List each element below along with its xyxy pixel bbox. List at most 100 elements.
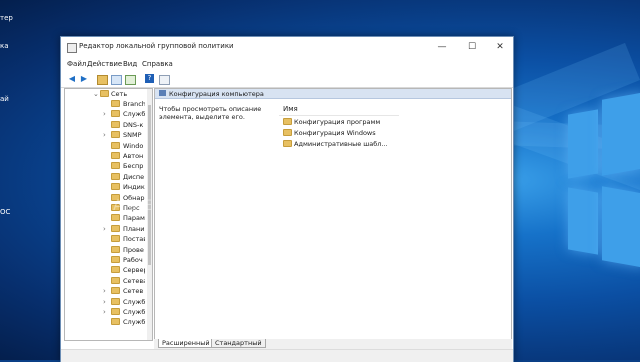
folder-icon: [111, 287, 120, 295]
tree-item-label: Служб: [123, 308, 145, 316]
show-tree-icon[interactable]: [111, 75, 122, 85]
folder-icon: [111, 318, 120, 326]
tree-scrollbar[interactable]: [147, 89, 152, 340]
folder-icon: [111, 235, 120, 243]
tree-item-label: Branch: [123, 100, 145, 108]
tree-item[interactable]: Постав: [65, 234, 145, 244]
list-item-label: Конфигурация Windows: [294, 129, 376, 137]
folder-icon: [100, 90, 109, 97]
forward-icon[interactable]: ▶: [79, 74, 89, 84]
folder-icon: [111, 162, 120, 170]
expand-icon[interactable]: ›: [103, 130, 109, 140]
tree-item[interactable]: Парам: [65, 213, 145, 223]
desktop-icon-label[interactable]: ай: [0, 95, 9, 103]
tree-item-label: Диспе: [123, 172, 145, 181]
tree-item-label: Служб: [123, 318, 145, 327]
expand-icon[interactable]: ›: [103, 307, 109, 317]
close-button[interactable]: ✕: [487, 39, 513, 55]
folder-icon: [111, 245, 120, 253]
menu-bar: Файл Действие Вид Справка: [61, 57, 513, 71]
tree-item-label: Прове: [123, 245, 144, 254]
folder-icon: [111, 110, 120, 118]
export-list-icon[interactable]: [125, 75, 136, 85]
back-icon[interactable]: ◀: [67, 74, 77, 84]
tree-item-label: Плани: [123, 224, 145, 233]
tree-item[interactable]: › Служб: [65, 307, 145, 317]
tree-item-label: Windo: [123, 141, 144, 150]
tree-item-label: Служб: [123, 110, 145, 119]
help-icon[interactable]: ?: [145, 74, 154, 83]
folder-icon: [283, 129, 292, 136]
scrollbar-thumb[interactable]: [148, 105, 151, 265]
desktop-icon-label[interactable]: тер: [0, 14, 13, 22]
tree-item[interactable]: Прове: [65, 245, 145, 255]
menu-help[interactable]: Справка: [142, 60, 173, 68]
title-bar[interactable]: Редактор локальной групповой политики — …: [61, 37, 513, 57]
tree-item-label: Индик: [123, 183, 145, 192]
menu-file[interactable]: Файл: [67, 60, 86, 68]
tree-item[interactable]: › Служб: [65, 297, 145, 307]
tree-item[interactable]: DNS-к: [65, 120, 145, 130]
folder-icon: [111, 256, 120, 263]
tree-item[interactable]: Беспр: [65, 161, 145, 171]
tab-standard[interactable]: Стандартный: [211, 339, 266, 348]
expand-icon[interactable]: ›: [103, 286, 109, 296]
up-folder-icon[interactable]: [97, 75, 108, 85]
tree-item-label: Постав: [123, 235, 145, 244]
tree-item-label: SNMP: [123, 131, 142, 140]
maximize-button[interactable]: ☐: [459, 39, 485, 55]
tree-item[interactable]: › Служб: [65, 109, 145, 119]
tree-item[interactable]: Диспе: [65, 172, 145, 182]
tree-item[interactable]: Автон: [65, 151, 145, 161]
tree-item-network[interactable]: ⌄ Сеть: [65, 89, 145, 99]
folder-icon: [111, 131, 120, 139]
tree-item[interactable]: Branch: [65, 99, 145, 109]
expand-icon[interactable]: ›: [103, 224, 109, 234]
folder-icon: [111, 172, 120, 180]
menu-view[interactable]: Вид: [123, 60, 137, 68]
properties-icon[interactable]: [159, 75, 170, 85]
tree-item[interactable]: › SNMP: [65, 130, 145, 140]
computer-config-icon: [159, 90, 166, 96]
navigation-tree: ⌄ Сеть Branch › Служб DNS-к › SNMP Windo Автон Б…: [64, 88, 153, 341]
view-tabs: Расширенный Стандартный: [154, 339, 512, 349]
tree-item-label: Служб: [123, 297, 145, 306]
tree-item[interactable]: Индик: [65, 182, 145, 192]
description-text: Чтобы просмотреть описание элемента, выд…: [159, 105, 262, 121]
collapse-icon[interactable]: ⌄: [93, 89, 99, 99]
details-pane: Конфигурация компьютера Чтобы просмотрет…: [154, 88, 512, 341]
tree-item[interactable]: › Плани: [65, 224, 145, 234]
folder-icon: [111, 276, 120, 284]
watermark-text: MADE WITH CAMTASIA FREE TRIAL: [96, 198, 484, 214]
minimize-button[interactable]: —: [429, 39, 455, 55]
expand-icon[interactable]: ›: [103, 109, 109, 119]
tree-item[interactable]: Рабоч: [65, 255, 145, 265]
folder-icon: [111, 152, 120, 159]
list-item-label: Конфигурация программ: [294, 118, 381, 126]
folder-icon: [111, 297, 120, 305]
tree-item[interactable]: Windo: [65, 141, 145, 151]
tab-extended[interactable]: Расширенный: [158, 339, 214, 348]
expand-icon[interactable]: ›: [103, 297, 109, 307]
tree-item-label: Парам: [123, 214, 145, 223]
watermark-brand: TechSmith: [196, 146, 326, 176]
desktop-icon-label[interactable]: ка: [0, 42, 9, 50]
desktop-icon-label[interactable]: ОС: [0, 208, 10, 216]
tree-item-label: DNS-к: [123, 120, 144, 129]
column-header-name[interactable]: Имя: [283, 105, 298, 113]
folder-icon: [111, 183, 120, 191]
tree-item-label: Беспр: [123, 162, 144, 171]
tree-item-label: Сетев: [123, 287, 144, 296]
window-title: Редактор локальной групповой политики: [79, 42, 234, 50]
tree-item-label: Сетева: [123, 276, 145, 285]
folder-icon: [111, 214, 120, 222]
tree-item-label: Автон: [123, 152, 144, 160]
folder-icon: [283, 118, 292, 125]
folder-icon: [111, 100, 120, 107]
tree-item-label: Сеть: [111, 90, 128, 98]
tree-item[interactable]: Служб: [65, 317, 145, 327]
tree-item[interactable]: Сервер: [65, 265, 145, 275]
menu-action[interactable]: Действие: [87, 60, 122, 68]
tree-item[interactable]: › Сетев: [65, 286, 145, 296]
tree-item[interactable]: Сетева: [65, 276, 145, 286]
